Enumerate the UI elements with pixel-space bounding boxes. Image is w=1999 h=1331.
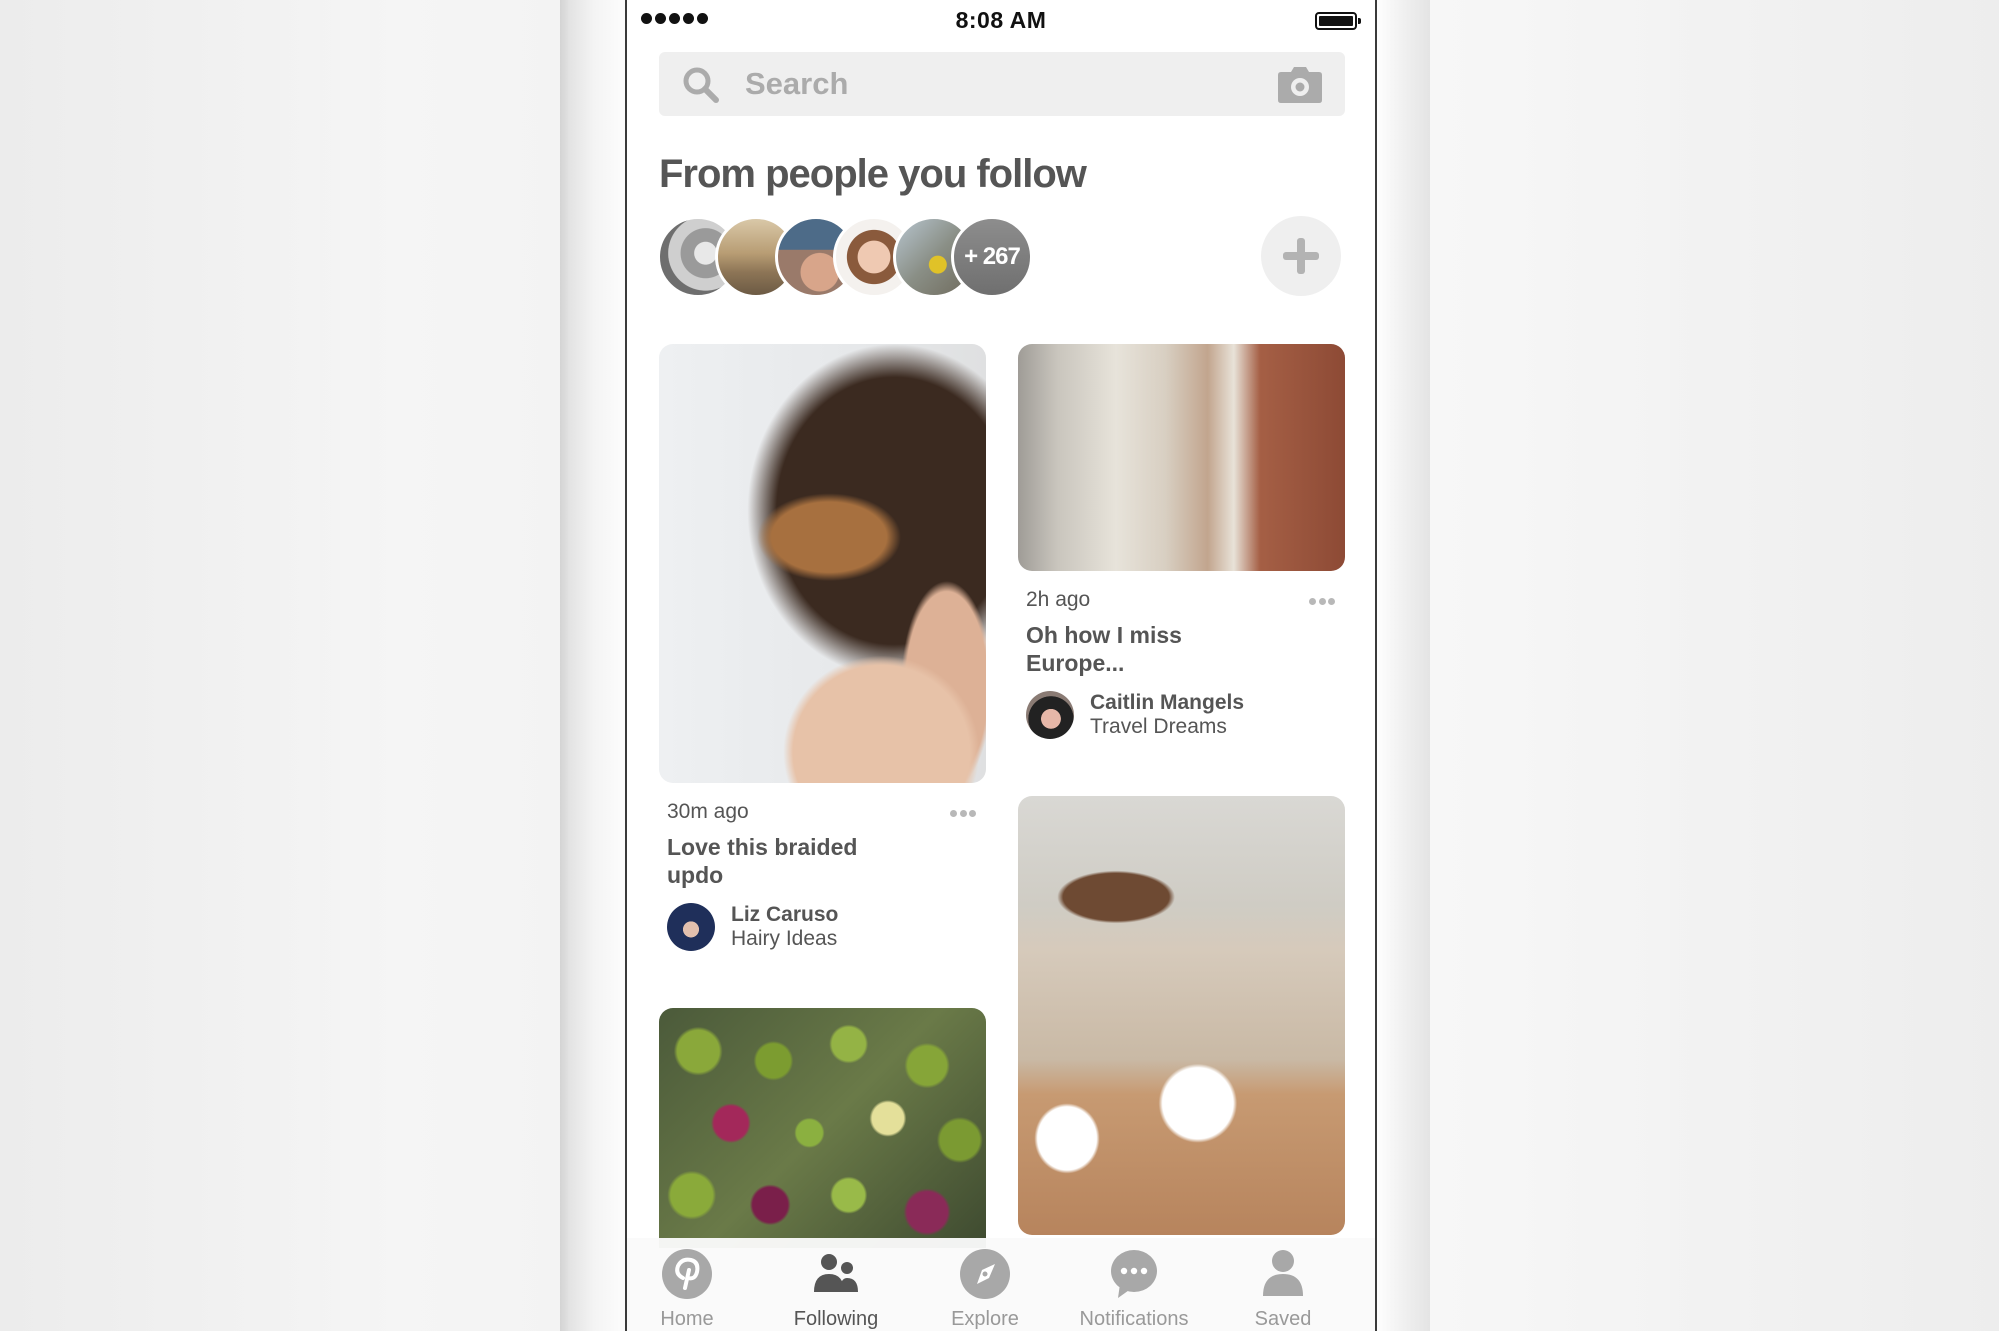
pin-author[interactable]: Liz Caruso Hairy Ideas	[667, 903, 838, 951]
pin-time: 30m ago	[667, 800, 749, 823]
search-bar[interactable]	[659, 52, 1345, 116]
speech-bubble-icon	[1111, 1250, 1157, 1298]
compass-icon	[960, 1249, 1010, 1299]
pin-author[interactable]: Caitlin Mangels Travel Dreams	[1026, 691, 1244, 739]
more-followed-count[interactable]: + 267	[951, 216, 1033, 298]
pin-image-european-street[interactable]	[1018, 344, 1345, 571]
tab-explore[interactable]: Explore	[915, 1248, 1055, 1331]
add-follow-button[interactable]	[1261, 216, 1341, 296]
search-input[interactable]	[745, 62, 1225, 106]
followed-avatars[interactable]: + 267	[657, 216, 1057, 298]
tab-following[interactable]: Following	[766, 1248, 906, 1331]
tab-home[interactable]: Home	[627, 1248, 757, 1331]
board-name: Travel Dreams	[1090, 715, 1227, 738]
pin-image-braided-hair[interactable]	[659, 344, 986, 783]
phone-screen: 8:08 AM From people you follow + 267	[625, 0, 1377, 1331]
pinterest-logo-icon	[662, 1249, 712, 1299]
pin-title[interactable]: Love this braided updo	[667, 833, 927, 889]
status-time: 8:08 AM	[955, 7, 1047, 33]
author-name: Liz Caruso	[731, 903, 839, 926]
people-icon	[814, 1254, 858, 1292]
pin-time: 2h ago	[1026, 588, 1091, 611]
author-name: Caitlin Mangels	[1090, 691, 1245, 714]
more-count-label: + 267	[964, 243, 1021, 270]
more-dots-icon[interactable]	[1309, 598, 1335, 606]
tab-bar: Home Following Explore Notifications Sav…	[627, 1238, 1375, 1331]
battery-icon	[1315, 12, 1361, 30]
pin-title[interactable]: Oh how I miss Europe...	[1026, 621, 1286, 677]
tab-notifications[interactable]: Notifications	[1064, 1248, 1204, 1331]
section-title: From people you follow	[659, 152, 1087, 196]
board-name: Hairy Ideas	[731, 927, 838, 950]
status-bar: 8:08 AM	[627, 0, 1375, 44]
author-avatar	[1026, 691, 1074, 739]
search-icon	[683, 67, 719, 103]
person-icon	[1263, 1250, 1303, 1296]
pin-image-dining-room[interactable]	[1018, 796, 1345, 1235]
more-dots-icon[interactable]	[950, 810, 976, 818]
pin-image-brussels-sprouts[interactable]	[659, 1008, 986, 1248]
author-avatar	[667, 903, 715, 951]
tab-saved[interactable]: Saved	[1213, 1248, 1353, 1331]
camera-icon[interactable]	[1277, 66, 1323, 104]
